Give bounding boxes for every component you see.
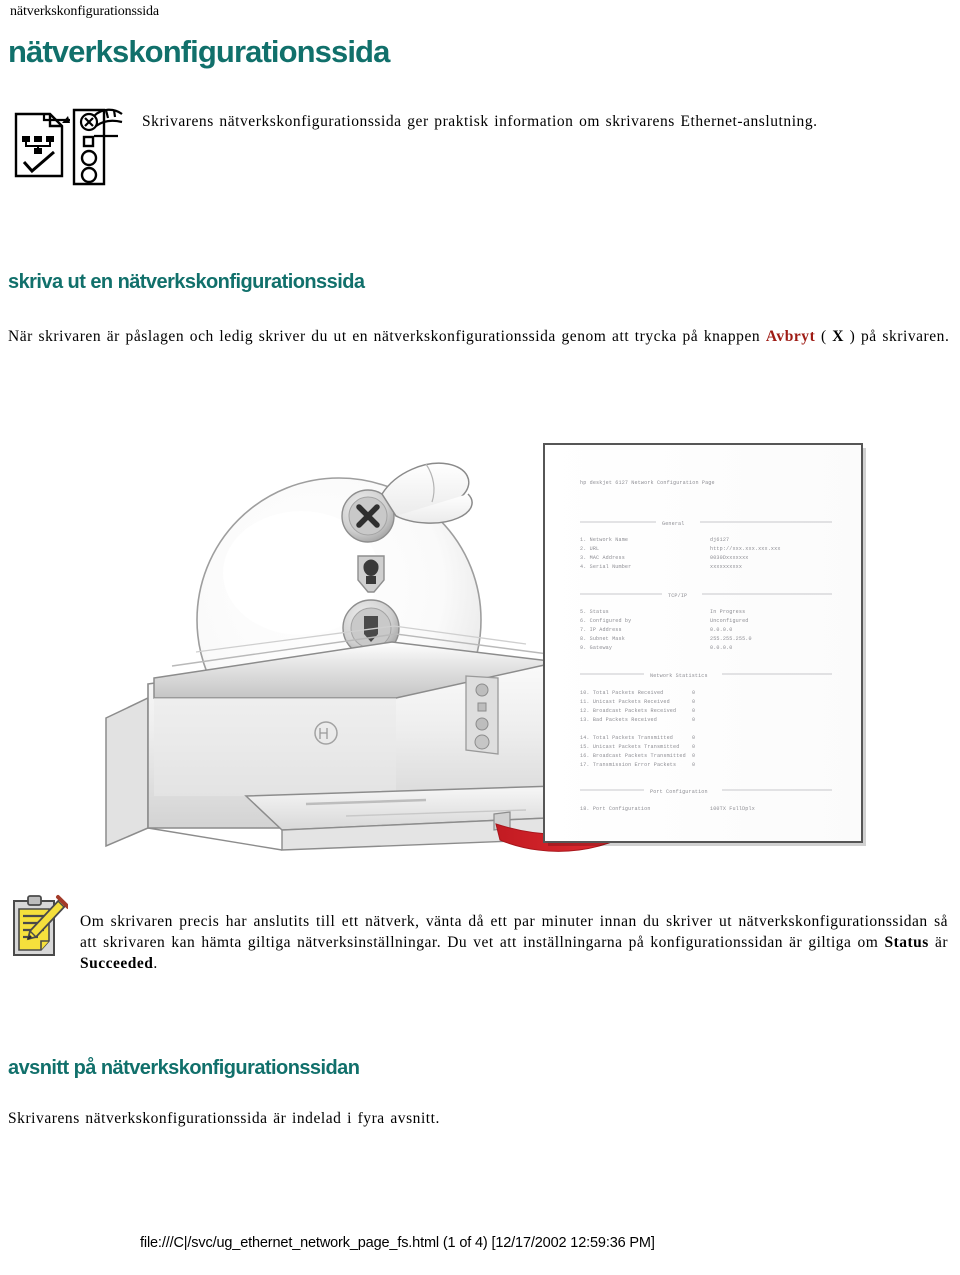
cancel-button-name: Avbryt — [765, 327, 816, 345]
svg-text:11. Unicast Packets Received: 11. Unicast Packets Received — [580, 699, 670, 705]
svg-text:255.255.255.0: 255.255.255.0 — [710, 636, 752, 642]
svg-text:18. Port Configuration: 18. Port Configuration — [580, 806, 651, 812]
svg-text:TCP/IP: TCP/IP — [668, 593, 687, 599]
svg-text:1. Network Name: 1. Network Name — [580, 537, 628, 543]
page-footer: file:///C|/svc/ug_ethernet_network_page_… — [140, 1235, 655, 1251]
printout-title: hp deskjet 6127 Network Configuration Pa… — [580, 480, 715, 486]
section-heading-print: skriva ut en nätverkskonfigurationssida — [8, 271, 365, 293]
svg-text:In Progress: In Progress — [710, 609, 745, 615]
svg-text:8. Subnet Mask: 8. Subnet Mask — [580, 636, 625, 642]
svg-text:13. Bad Packets Received: 13. Bad Packets Received — [580, 717, 657, 723]
svg-text:Port Configuration: Port Configuration — [650, 789, 708, 795]
svg-text:0: 0 — [692, 762, 695, 768]
section-heading-parts: avsnitt på nätverkskonfigurationssidan — [8, 1057, 360, 1079]
svg-text:0: 0 — [692, 744, 695, 750]
printer-control-panel — [465, 675, 499, 755]
svg-text:Unconfigured: Unconfigured — [710, 618, 748, 624]
svg-text:17. Transmission Error Packets: 17. Transmission Error Packets — [580, 762, 676, 768]
note-status-label: Status — [884, 933, 929, 951]
notepad-pencil-icon — [8, 893, 70, 959]
svg-text:0.0.0.0: 0.0.0.0 — [710, 627, 732, 633]
printer-cancel-button-illustration: hp deskjet 6127 Network Configuration Pa… — [96, 398, 896, 863]
svg-text:15. Unicast Packets Transmitte: 15. Unicast Packets Transmitted — [580, 744, 679, 750]
svg-text:http://xxx.xxx.xxx.xxx: http://xxx.xxx.xxx.xxx — [710, 546, 781, 552]
svg-text:10. Total Packets Received: 10. Total Packets Received — [580, 690, 663, 696]
svg-text:6. Configured by: 6. Configured by — [580, 618, 631, 624]
note-succeeded-value: Succeeded — [80, 954, 154, 972]
print-text-part2: ( — [815, 327, 833, 345]
network-config-page-icon — [10, 92, 126, 188]
printer-graphic — [105, 625, 594, 851]
svg-text:3. MAC Address: 3. MAC Address — [580, 555, 625, 561]
intro-paragraph: Skrivarens nätverkskonfigurationssida ge… — [142, 112, 818, 130]
svg-text:4. Serial Number: 4. Serial Number — [580, 564, 631, 570]
svg-text:5. Status: 5. Status — [580, 609, 609, 615]
svg-text:7. IP Address: 7. IP Address — [580, 627, 622, 633]
svg-text:0: 0 — [692, 690, 695, 696]
running-header: nätverkskonfigurationssida — [10, 4, 160, 19]
svg-text:0: 0 — [692, 753, 695, 759]
finger-graphic — [381, 462, 473, 524]
svg-text:0: 0 — [692, 699, 695, 705]
note-paragraph: Om skrivaren precis har anslutits till e… — [80, 911, 948, 974]
page-title: nätverkskonfigurationssida — [8, 34, 390, 69]
svg-text:0030Dxxxxxxx: 0030Dxxxxxxx — [710, 555, 748, 561]
document-page: nätverkskonfigurationssida nätverkskonfi… — [0, 0, 960, 1275]
svg-text:dj6127: dj6127 — [710, 537, 729, 543]
print-text-part1: När skrivaren är påslagen och ledig skri… — [8, 327, 766, 345]
svg-text:14. Total Packets Transmitted: 14. Total Packets Transmitted — [580, 735, 673, 741]
svg-text:General: General — [662, 521, 684, 527]
note-text-part2: är — [928, 933, 948, 951]
cancel-button-symbol: X — [832, 327, 845, 345]
svg-text:0: 0 — [692, 717, 695, 723]
svg-text:0: 0 — [692, 708, 695, 714]
note-text-part3: . — [153, 954, 158, 972]
svg-text:Network Statistics: Network Statistics — [650, 673, 708, 679]
note-text-part1: Om skrivaren precis har anslutits till e… — [80, 912, 948, 951]
print-paragraph: När skrivaren är påslagen och ledig skri… — [8, 326, 956, 347]
svg-text:xxxxxxxxxx: xxxxxxxxxx — [710, 564, 742, 570]
svg-text:12. Broadcast Packets Received: 12. Broadcast Packets Received — [580, 708, 676, 714]
print-text-part3: ) på skrivaren. — [844, 327, 950, 345]
network-configuration-printout: hp deskjet 6127 Network Configuration Pa… — [543, 443, 866, 846]
svg-text:16. Broadcast Packets Transmit: 16. Broadcast Packets Transmitted — [580, 753, 686, 759]
svg-text:9. Gateway: 9. Gateway — [580, 645, 612, 651]
svg-text:2. URL: 2. URL — [580, 546, 599, 552]
svg-text:0.0.0.0: 0.0.0.0 — [710, 645, 732, 651]
parts-paragraph: Skrivarens nätverkskonfigurationssida är… — [8, 1109, 440, 1127]
svg-text:100TX FullDplx: 100TX FullDplx — [710, 806, 755, 812]
svg-text:0: 0 — [692, 735, 695, 741]
